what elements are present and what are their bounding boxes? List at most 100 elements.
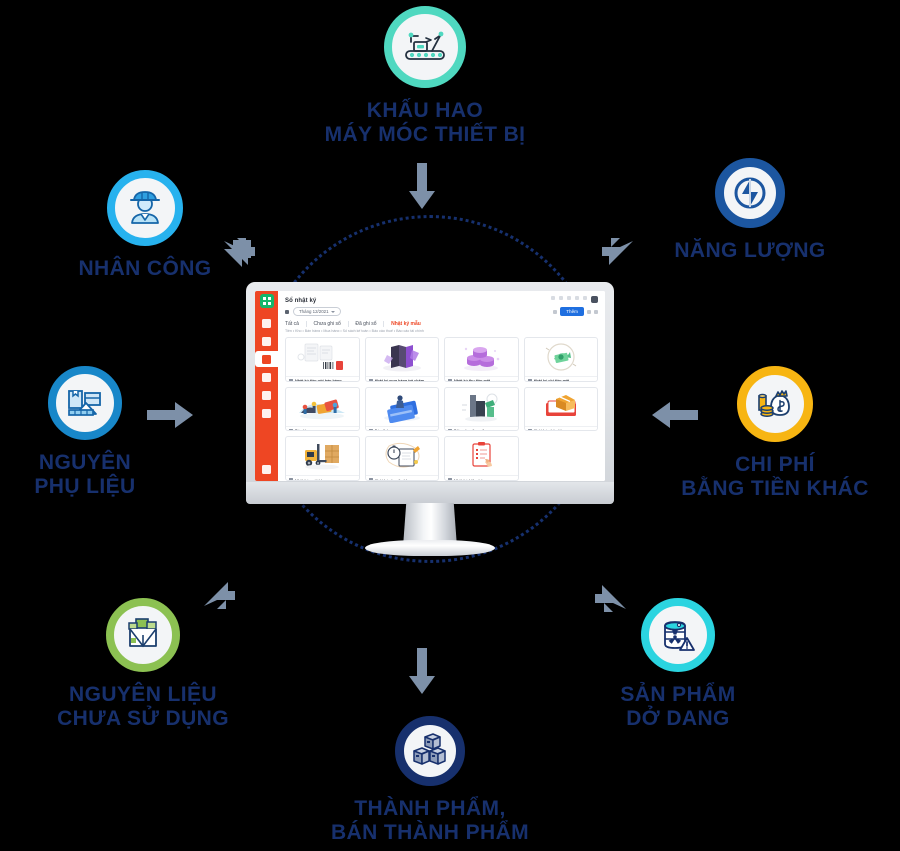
doc-icon bbox=[289, 378, 293, 381]
forklift-illustration bbox=[286, 437, 359, 475]
list-item-footer: Nhật ký nhập kho Ghi nhận hàng hoá nhập … bbox=[524, 425, 597, 432]
search-icon[interactable] bbox=[553, 309, 558, 314]
doc-icon bbox=[527, 428, 532, 431]
transfer-illustration bbox=[445, 388, 518, 426]
doc-icon bbox=[368, 378, 373, 381]
card-grid: Nhật ký tiền gửi bán hàng Ghi nhận tiền … bbox=[278, 332, 605, 481]
arrow-diagonal-top-right bbox=[595, 238, 639, 282]
node-label: KHẤU HAO MÁY MÓC THIẾT BỊ bbox=[324, 99, 526, 147]
share-icon[interactable] bbox=[285, 309, 289, 314]
list-item-title: Nhật ký tiền gửi bán hàng bbox=[295, 379, 342, 382]
energy-bolt-icon-badge bbox=[715, 158, 785, 228]
node-nguyen-phu-lieu[interactable]: NGUYÊN PHỤ LIỆU bbox=[0, 366, 170, 500]
energy-bolt-icon bbox=[734, 177, 766, 209]
doc-icon bbox=[289, 428, 293, 431]
sidebar-item-settings[interactable] bbox=[255, 461, 278, 477]
doc-icon bbox=[448, 428, 452, 431]
worker-icon bbox=[130, 191, 160, 224]
factory-machine-icon-badge bbox=[384, 6, 466, 88]
node-khau-hao[interactable]: KHẤU HAO MÁY MÓC THIẾT BỊ bbox=[290, 6, 560, 148]
raw-materials-icon-badge bbox=[48, 366, 122, 440]
sidebar-item-bell[interactable] bbox=[255, 387, 278, 403]
more-options-icon[interactable] bbox=[594, 309, 598, 314]
list-item-title: Nhật ký chuyển kho bbox=[374, 478, 411, 481]
money-exchange-illustration bbox=[525, 338, 598, 376]
arrow-down-top bbox=[405, 163, 439, 211]
open-box-icon-badge bbox=[106, 598, 180, 672]
monitor-screen: Sổ nhật ký Tháng 12/2021 Thêm Tất cả Chư… bbox=[255, 291, 605, 481]
sidebar-item-chart-bar[interactable] bbox=[255, 315, 278, 331]
doc-icon bbox=[448, 378, 452, 381]
sidebar-item-journal[interactable] bbox=[255, 351, 278, 367]
barrel-warning-icon-badge bbox=[641, 598, 715, 672]
add-button[interactable]: Thêm bbox=[560, 307, 584, 316]
list-item-title: Nhật ký chi tiền mặt bbox=[533, 379, 570, 382]
doc-icon bbox=[527, 378, 532, 381]
list-item-footer: Bán lẻ Ghi nhận doanh thu bán lẻ hàng ho… bbox=[286, 425, 359, 431]
list-item-footer: Nhật ký mua hàng trả chậm Ghi nhận công … bbox=[365, 375, 438, 382]
sidebar-item-report[interactable] bbox=[255, 369, 278, 385]
list-item[interactable]: Bán thẻ Ghi nhận doanh thu thanh toán th… bbox=[364, 386, 439, 432]
node-nang-luong[interactable]: NĂNG LƯỢNG bbox=[640, 158, 860, 263]
node-label: NĂNG LƯỢNG bbox=[674, 239, 826, 262]
node-nguyen-lieu-chua-su-dung[interactable]: NGUYÊN LIỆU CHƯA SỬ DỤNG bbox=[20, 598, 266, 732]
node-thanh-pham[interactable]: THÀNH PHẨM, BÁN THÀNH PHẨM bbox=[310, 716, 550, 846]
arrow-down-bottom bbox=[405, 648, 439, 696]
header-actions: Thêm bbox=[553, 307, 598, 316]
chevron-down-icon bbox=[330, 310, 335, 313]
list-item-title: Nhật ký thu tiền mặt bbox=[454, 379, 491, 382]
list-item[interactable]: Bán lẻ Ghi nhận doanh thu bán lẻ hàng ho… bbox=[285, 386, 360, 432]
list-item-title: Nhật ký kiểm kê bbox=[454, 478, 483, 481]
list-item[interactable]: Nhật ký nhập kho Ghi nhận hàng hoá nhập … bbox=[523, 386, 598, 432]
list-item[interactable]: Nhật ký tiền gửi bán hàng Ghi nhận tiền … bbox=[285, 336, 360, 382]
stacked-boxes-icon-badge bbox=[395, 716, 465, 786]
list-item-title: Nhật ký mua hàng trả chậm bbox=[374, 379, 425, 382]
sidebar-item-briefcase[interactable] bbox=[255, 405, 278, 421]
period-filter-label: Tháng 12/2021 bbox=[299, 309, 329, 314]
list-item-footer: Điều chuyển quỹ Ghi nhận điều chuyển nội… bbox=[445, 425, 518, 432]
list-item[interactable]: Nhật ký kiểm kê Ghi nhận chênh lệch sau … bbox=[444, 436, 519, 481]
raw-materials-icon bbox=[68, 390, 101, 416]
list-item[interactable]: Điều chuyển quỹ Ghi nhận điều chuyển nội… bbox=[444, 386, 519, 432]
list-item[interactable]: Nhật ký thu tiền mặt Ghi nhận khoản thu … bbox=[444, 336, 519, 382]
list-item-title: Nhật ký xuất kho bbox=[295, 478, 326, 481]
list-item[interactable]: Nhật ký chi tiền mặt Ghi nhận khoản chi … bbox=[523, 336, 598, 382]
folder-files-illustration bbox=[366, 338, 439, 376]
list-item-title: Nhật ký nhập kho bbox=[533, 428, 566, 432]
list-item[interactable]: Nhật ký xuất kho Ghi nhận hàng hoá xuất … bbox=[285, 436, 360, 481]
barrel-warning-icon bbox=[664, 621, 695, 651]
card-payment-illustration bbox=[366, 388, 439, 426]
filter-icon[interactable] bbox=[587, 309, 591, 314]
invoice-scan-illustration bbox=[286, 338, 359, 376]
inbox-package-illustration bbox=[525, 388, 598, 426]
doc-icon bbox=[448, 478, 452, 481]
list-item-footer: Nhật ký tiền gửi bán hàng Ghi nhận tiền … bbox=[286, 375, 359, 382]
period-filter[interactable]: Tháng 12/2021 bbox=[293, 307, 341, 316]
computer-monitor: Sổ nhật ký Tháng 12/2021 Thêm Tất cả Chư… bbox=[246, 282, 614, 556]
node-label: NGUYÊN PHỤ LIỆU bbox=[34, 451, 136, 499]
list-item-footer: Nhật ký xuất kho Ghi nhận hàng hoá xuất … bbox=[286, 475, 359, 481]
monitor-stand-base bbox=[365, 540, 495, 556]
monitor-chin bbox=[246, 482, 614, 504]
doc-icon bbox=[368, 478, 373, 481]
sidebar-item-clipboard[interactable] bbox=[255, 333, 278, 349]
app-header: Sổ nhật ký Tháng 12/2021 Thêm bbox=[278, 293, 605, 316]
stacked-boxes-icon bbox=[413, 733, 446, 765]
node-san-pham-do-dang[interactable]: SẢN PHẨM DỞ DANG bbox=[578, 598, 778, 732]
coins-illustration bbox=[445, 338, 518, 376]
node-label: THÀNH PHẨM, BÁN THÀNH PHẨM bbox=[330, 797, 530, 845]
open-box-icon bbox=[128, 618, 157, 648]
list-item[interactable]: Nhật ký mua hàng trả chậm Ghi nhận công … bbox=[364, 336, 439, 382]
list-item[interactable]: Nhật ký chuyển kho Ghi nhận điều chuyển … bbox=[364, 436, 439, 481]
checklist-illustration bbox=[445, 437, 518, 475]
doc-icon bbox=[368, 428, 373, 431]
list-item-title: Điều chuyển quỹ bbox=[454, 428, 485, 432]
list-item-footer: Nhật ký thu tiền mặt Ghi nhận khoản thu … bbox=[445, 375, 518, 382]
node-label: NHÂN CÔNG bbox=[78, 257, 212, 280]
node-nhan-cong[interactable]: NHÂN CÔNG bbox=[40, 170, 250, 281]
node-chi-phi-bang-tien-khac[interactable]: CHI PHÍ BẰNG TIỀN KHÁC bbox=[650, 366, 900, 502]
tab-bar: Tất cả Chưa ghi sổ Đã ghi sổ Nhật ký mẫu bbox=[278, 316, 605, 327]
app-logo-icon bbox=[259, 294, 274, 308]
retail-illustration bbox=[286, 388, 359, 426]
list-item-footer: Nhật ký chuyển kho Ghi nhận điều chuyển … bbox=[365, 475, 438, 481]
